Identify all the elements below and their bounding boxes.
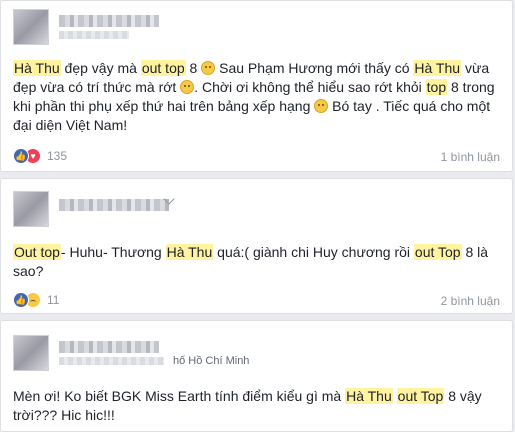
like-reaction-icon: 👍 <box>13 148 29 164</box>
post-card: Hà Thu đẹp vậy mà out top 8 Sau Phạm Hươ… <box>0 0 513 172</box>
post-header <box>13 9 473 45</box>
comment-count-link[interactable]: 1 bình luận <box>441 150 500 164</box>
post-card: Out top- Huhu- Thương Hà Thu quá:( giành… <box>0 178 513 314</box>
confused-face-emoji <box>180 80 195 94</box>
reaction-count: 135 <box>47 149 68 163</box>
reaction-summary[interactable]: 👍 ♥ 135 <box>13 147 67 165</box>
post-header <box>13 191 473 227</box>
post-text: Mèn ơi! Ko biết BGK Miss Earth tính điểm… <box>13 388 482 423</box>
post-location[interactable]: hố Hồ Chí Minh <box>173 355 249 367</box>
post-text: Hà Thu đẹp vậy mà out top 8 Sau Phạm Hươ… <box>13 60 495 133</box>
post-meta-redacted <box>59 31 129 39</box>
reaction-summary[interactable]: 👍 11 <box>13 291 59 309</box>
reaction-count: 11 <box>47 293 60 307</box>
like-reaction-icon: 👍 <box>13 292 29 308</box>
post-meta-redacted <box>59 357 164 365</box>
avatar[interactable] <box>13 335 49 371</box>
post-card: hố Hồ Chí Minh Mèn ơi! Ko biết BGK Miss … <box>0 320 513 432</box>
sad-face-emoji <box>314 99 329 113</box>
avatar[interactable] <box>13 9 49 45</box>
author-name-redacted <box>59 15 159 27</box>
avatar[interactable] <box>13 191 49 227</box>
post-text: Out top- Huhu- Thương Hà Thu quá:( giành… <box>13 244 489 279</box>
comment-count-link[interactable]: 2 bình luận <box>441 294 500 308</box>
author-name-redacted <box>59 199 169 211</box>
post-header: hố Hồ Chí Minh <box>13 335 473 371</box>
author-name-redacted <box>59 341 159 353</box>
upside-down-face-emoji <box>201 61 216 75</box>
